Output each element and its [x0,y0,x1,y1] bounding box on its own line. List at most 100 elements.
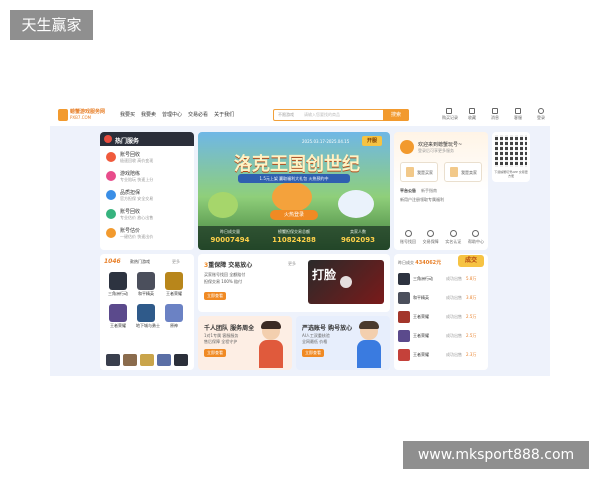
hot-service-item[interactable]: 品质担保 官方担保 安全交易 [106,188,190,206]
banner-cta-button[interactable]: 火热登录 [270,210,318,220]
main-banner[interactable]: 2025.03.17-2025.04.15 开服 洛克王国创世纪 1.5元上架 … [198,132,390,250]
search-input[interactable]: 请输入您要找的商品 [304,112,340,118]
promo-character-icon [354,321,384,368]
search-category-select[interactable]: 不限游戏 [278,112,294,118]
guarantee-button[interactable]: 立即查看 [204,292,226,300]
video-thumbnail[interactable]: 打脸 [308,260,384,304]
trade-game: 三角洲行动 [413,276,433,281]
game-tile[interactable]: 原神 [164,304,184,329]
game-tile[interactable]: 王者荣耀 [108,304,128,329]
messages-label: 消息 [491,115,499,120]
trade-amount: 2.5万 [466,314,477,319]
promo-character-icon [256,321,286,368]
promo-button[interactable]: 立即查看 [302,349,324,357]
service-desc: 一键估价 快速出价 [120,234,154,239]
notice-item[interactable]: 新用户注册领取专属福利 [400,197,444,203]
hot-services-header: 热门服务 [100,132,194,146]
quick-link-recover[interactable]: 账号找回 [400,230,416,245]
game-mini-icon[interactable] [106,354,120,366]
seller-button[interactable]: 我是卖家 [444,162,482,182]
game-tile[interactable]: 和平精英 [136,272,156,297]
search-button[interactable]: 搜索 [383,109,409,121]
stat-label: 卖家人数 [350,229,366,234]
nav-sell[interactable]: 我要卖 [141,111,156,118]
fire-icon [104,135,112,143]
support-label: 客服 [514,115,522,120]
site-logo[interactable]: 螃蟹游戏服务网 PXB7.COM [58,109,106,121]
trade-row[interactable]: 王者荣耀 成功出售 2.5万 [398,310,484,326]
service-icon [106,190,116,200]
tab-beginner-guide[interactable]: 新手指南 [421,188,437,194]
banner-title: 洛克王国创世纪 [234,154,360,175]
play-icon[interactable] [340,276,352,288]
game-mini-icon[interactable] [157,354,171,366]
login-label: 登录 [537,115,545,120]
service-icon [106,228,116,238]
game-name: 三角洲行动 [108,291,128,296]
promo-button[interactable]: 立即查看 [204,349,226,357]
promo-team-card[interactable]: 千人团队 服务周全 1对1专属 客服服务 售后保障 全程守护 立即查看 [198,316,292,370]
crab-logo-icon [58,109,68,121]
avatar[interactable] [400,140,414,154]
banner-character-right [338,190,374,218]
cart-button[interactable]: 购买记录 [442,108,458,121]
buyer-icon [406,167,414,177]
buyer-button[interactable]: 我是买家 [400,162,438,182]
trade-status: 成功出售 [446,352,462,357]
nav-guide[interactable]: 交易必看 [188,111,208,118]
trade-row[interactable]: 和平精英 成功出售 3.8万 [398,291,484,307]
nav-manage[interactable]: 曾理中心 [162,111,182,118]
guarantee-title: 3重保障 交易放心 [204,260,252,269]
game-tile[interactable]: 王者荣耀 [164,272,184,297]
guarantee-panel: 3重保障 交易放心 更多 买家账号找回 全额赔付 担保交易 100% 赔付 立即… [198,254,390,312]
banner-stats: 昨日成交量 90007494 螃蟹担保交易总额 110824288 卖家人数 9602… [198,226,390,250]
trade-row[interactable]: 王者荣耀 成功出售 2.3万 [398,348,484,364]
search-bar: 不限游戏 请输入您要找的商品 搜索 [273,109,409,121]
game-name: 和平精英 [138,291,154,296]
nav-buy[interactable]: 我要买 [120,111,135,118]
service-name: 账号估价 [120,228,141,234]
guarantee-more-link[interactable]: 更多 [288,261,296,267]
favorites-label: 收藏 [468,115,476,120]
game-tile[interactable]: 三角洲行动 [108,272,128,297]
support-button[interactable]: 客服 [511,108,525,121]
seller-icon [450,167,458,177]
trade-row[interactable]: 王者荣耀 成功出售 2.5万 [398,329,484,345]
service-icon [106,171,116,181]
favorites-button[interactable]: 收藏 [465,108,479,121]
game-mini-icon[interactable] [123,354,137,366]
hot-service-item[interactable]: 账号回收 专业估价 放心出售 [106,207,190,225]
trade-row[interactable]: 三角洲行动 成功出售 5.8万 [398,272,484,288]
quick-link-label: 帮助中心 [467,239,484,244]
trade-status: 成功出售 [446,276,462,281]
website-screenshot: 螃蟹游戏服务网 PXB7.COM 我要买 我要卖 曾理中心 交易必看 关于我们 … [50,104,550,376]
game-name: 王者荣耀 [110,323,126,328]
hot-service-item[interactable]: 游戏陪练 专业陪玩 快速上分 [106,169,190,187]
hot-service-item[interactable]: 账号回收 极速回收 高价变现 [106,150,190,168]
trades-flag: 成交 [458,255,484,267]
quick-link-guarantee[interactable]: 交易保障 [423,230,439,245]
hot-service-item[interactable]: 账号估价 一键估价 快速出价 [106,226,190,244]
trade-game: 和平精英 [413,295,429,300]
messages-button[interactable]: 消息 [488,108,502,121]
trade-game: 王者荣耀 [413,352,429,357]
star-icon [469,108,475,114]
quick-link-help[interactable]: 帮助中心 [468,230,484,245]
trade-amount: 2.5万 [466,333,477,338]
quick-link-verify[interactable]: 实名认证 [445,230,461,245]
tab-announcements[interactable]: 平台公告 [400,188,416,194]
game-mini-icon[interactable] [174,354,188,366]
games-title: 款热门游戏 [130,259,150,264]
trades-amount: 434062元 [415,260,442,266]
promo-select-card[interactable]: 严选账号 购号放心 AI人工双重核验 全网最低 价格 立即查看 [296,316,390,370]
nav-about[interactable]: 关于我们 [214,111,234,118]
hot-services-panel: 热门服务 账号回收 极速回收 高价变现 游戏陪练 专业陪玩 快速上分 品质担保 官方担保 … [100,132,194,250]
login-button[interactable]: 登录 [534,108,548,121]
quick-link-label: 交易保障 [422,239,439,244]
hot-games-panel: 1046 款热门游戏 更多 三角洲行动 和平精英 王者荣耀 王者荣耀 地下城与勇士 原神 [100,254,194,370]
stat-value: 9602093 [340,236,376,244]
game-mini-icon[interactable] [140,354,154,366]
game-tile[interactable]: 地下城与勇士 [136,304,160,329]
games-more-link[interactable]: 更多 [172,259,180,265]
quick-links: 账号找回 交易保障 实名认证 帮助中心 [400,230,484,245]
